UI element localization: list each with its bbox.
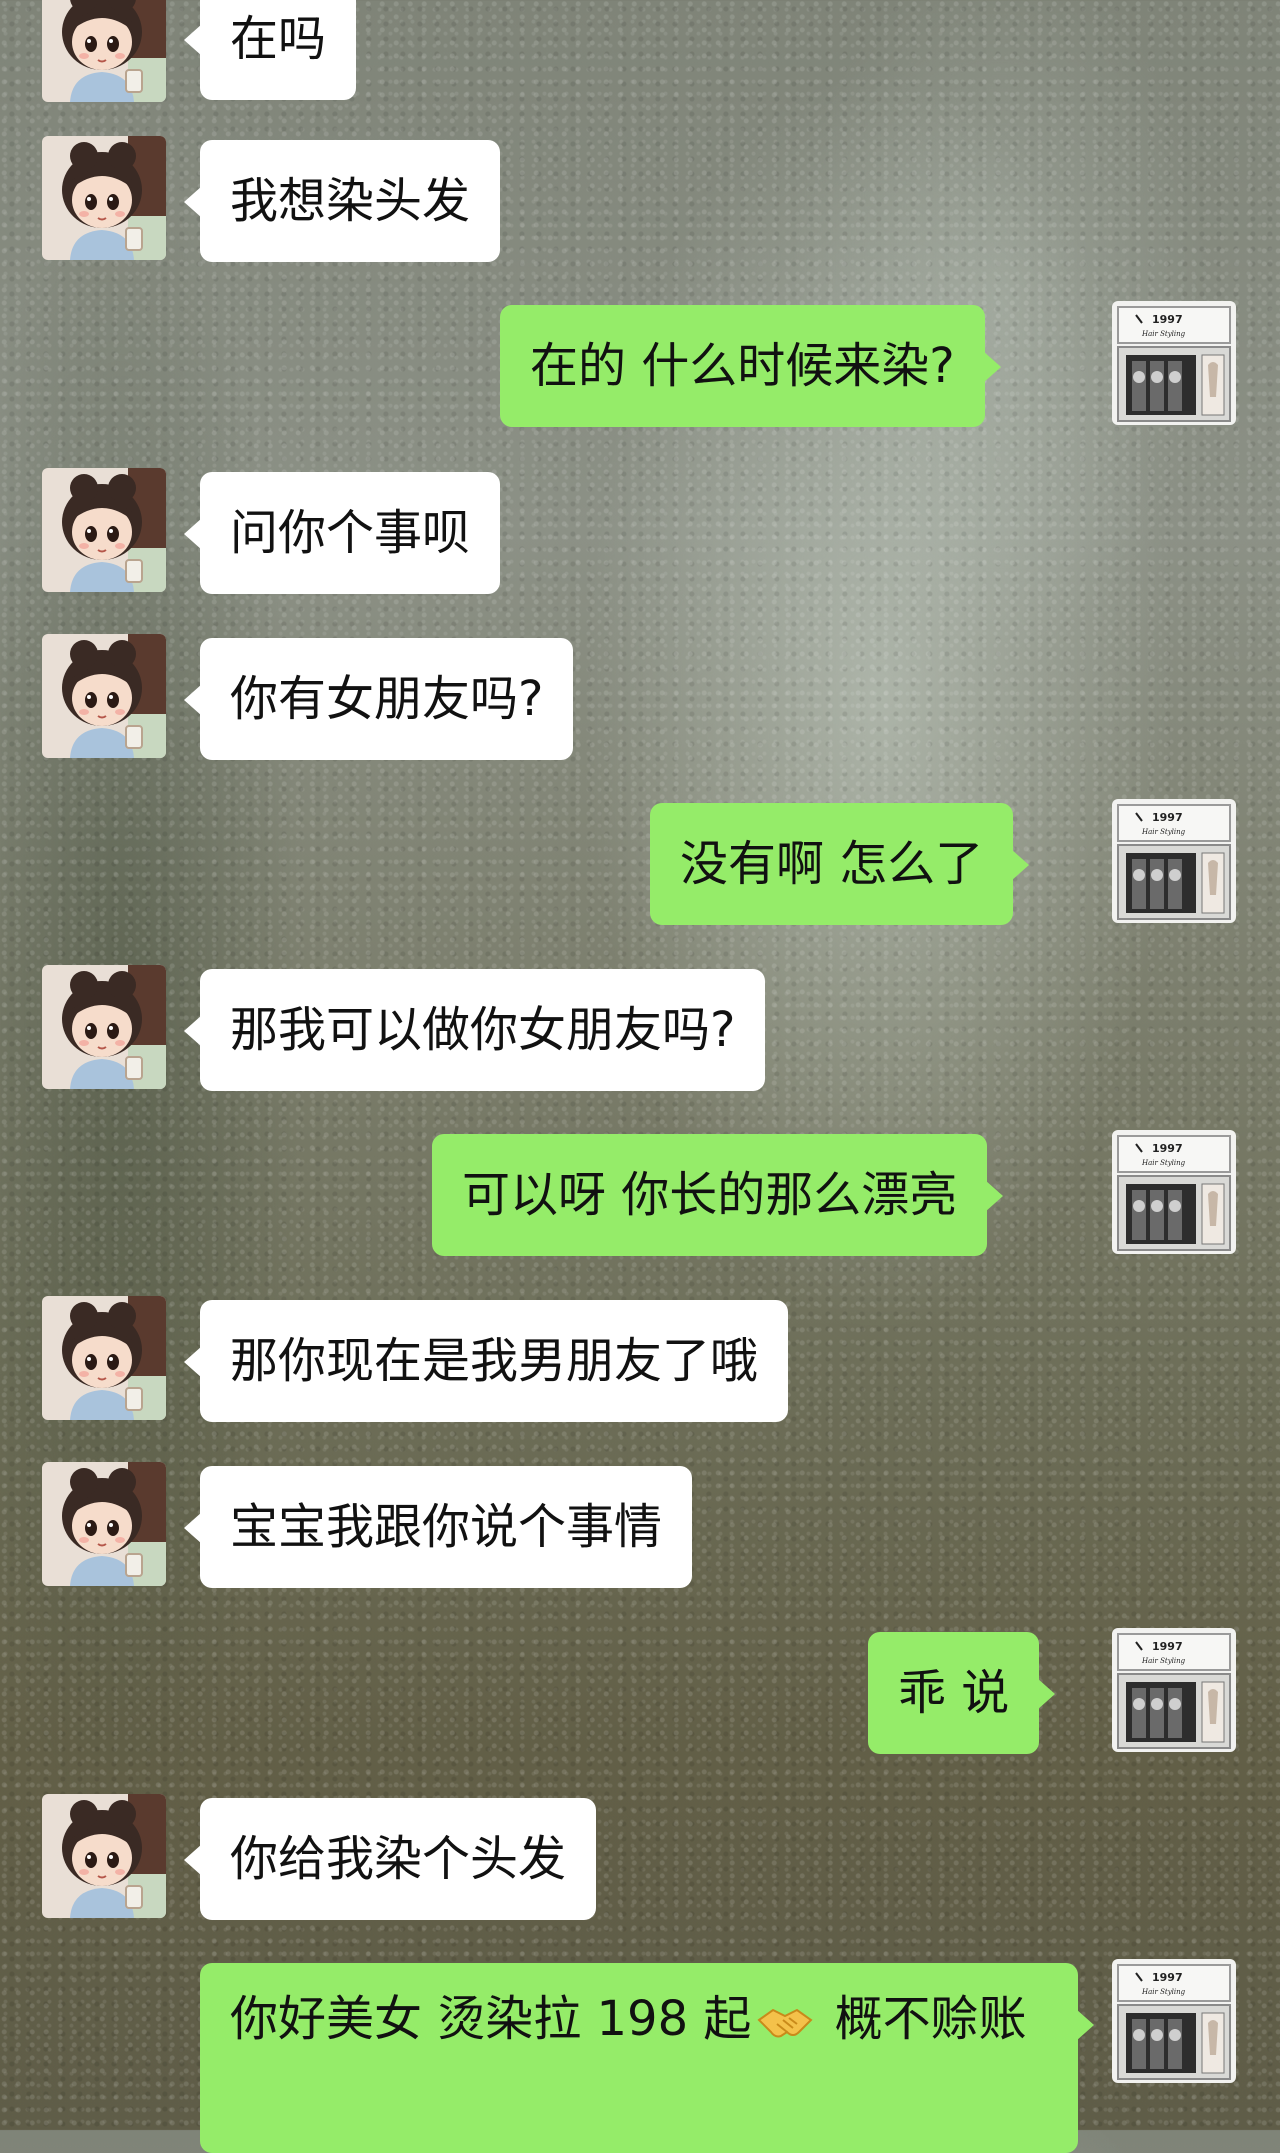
- contact-avatar[interactable]: [42, 1462, 166, 1586]
- incoming-message-bubble[interactable]: 你给我染个头发: [183, 1798, 597, 1920]
- hair-salon-storefront-avatar-icon: 1997 Hair Styling: [1112, 1628, 1236, 1752]
- message-text: 那你现在是我男朋友了哦: [230, 1333, 759, 1389]
- message-text: 乖 说: [898, 1665, 1010, 1721]
- own-avatar[interactable]: 1997 Hair Styling: [1112, 1628, 1236, 1752]
- own-avatar[interactable]: 1997 Hair Styling: [1112, 301, 1236, 425]
- message-text: 那我可以做你女朋友吗?: [230, 1002, 736, 1058]
- own-avatar[interactable]: 1997 Hair Styling: [1112, 1959, 1236, 2083]
- handshake-icon: [757, 2008, 813, 2038]
- outgoing-message-bubble[interactable]: 可以呀 你长的那么漂亮: [432, 1134, 1004, 1256]
- message-text: 在吗: [230, 11, 327, 67]
- message-text: 宝宝我跟你说个事情: [230, 1499, 663, 1555]
- message-text: 在的 什么时候来染?: [530, 338, 955, 394]
- incoming-message-bubble[interactable]: 问你个事呗: [183, 472, 501, 594]
- message-text: 我想染头发: [230, 173, 471, 229]
- contact-avatar[interactable]: [42, 1296, 166, 1420]
- message-text: 你给我染个头发: [230, 1831, 567, 1887]
- contact-avatar[interactable]: [42, 965, 166, 1089]
- message-text: 没有啊 怎么了: [680, 836, 984, 892]
- salon-sign-number: 1997: [1152, 811, 1183, 824]
- salon-sign-text: Hair Styling: [1141, 1657, 1186, 1665]
- salon-sign-text: Hair Styling: [1141, 1988, 1186, 1996]
- incoming-message-bubble[interactable]: 在吗: [183, 0, 357, 100]
- anime-girl-avatar-icon: [42, 0, 166, 102]
- contact-avatar[interactable]: [42, 1794, 166, 1918]
- anime-girl-avatar-icon: [42, 965, 166, 1089]
- message-text: 可以呀 你长的那么漂亮: [462, 1167, 958, 1223]
- anime-girl-avatar-icon: [42, 1794, 166, 1918]
- hair-salon-storefront-avatar-icon: 1997 Hair Styling: [1112, 1130, 1236, 1254]
- own-avatar[interactable]: 1997 Hair Styling: [1112, 799, 1236, 923]
- anime-girl-avatar-icon: [42, 468, 166, 592]
- salon-sign-text: Hair Styling: [1141, 1159, 1186, 1167]
- anime-girl-avatar-icon: [42, 1462, 166, 1586]
- contact-avatar[interactable]: [42, 468, 166, 592]
- incoming-message-bubble[interactable]: 宝宝我跟你说个事情: [183, 1466, 693, 1588]
- contact-avatar[interactable]: [42, 136, 166, 260]
- chat-thread[interactable]: 在吗 我想染头发 1997 Hair Styling 在的 什么时候来染? 问你…: [0, 0, 1280, 2153]
- anime-girl-avatar-icon: [42, 1296, 166, 1420]
- anime-girl-avatar-icon: [42, 634, 166, 758]
- salon-sign-number: 1997: [1152, 313, 1183, 326]
- message-text: 你有女朋友吗?: [230, 671, 544, 727]
- hair-salon-storefront-avatar-icon: 1997 Hair Styling: [1112, 301, 1236, 425]
- own-avatar[interactable]: 1997 Hair Styling: [1112, 1130, 1236, 1254]
- message-text: 你好美女 烫染拉 198 起: [230, 1991, 752, 2047]
- incoming-message-bubble[interactable]: 你有女朋友吗?: [183, 638, 574, 760]
- salon-sign-number: 1997: [1152, 1142, 1183, 1155]
- outgoing-message-bubble[interactable]: 没有啊 怎么了: [650, 803, 1030, 925]
- salon-sign-number: 1997: [1152, 1640, 1183, 1653]
- hair-salon-storefront-avatar-icon: 1997 Hair Styling: [1112, 799, 1236, 923]
- message-text: 问你个事呗: [230, 505, 471, 561]
- message-text-continued: 概不赊账: [819, 1991, 1027, 2047]
- outgoing-message-bubble[interactable]: 乖 说: [868, 1632, 1056, 1754]
- incoming-message-bubble[interactable]: 那你现在是我男朋友了哦: [183, 1300, 789, 1422]
- contact-avatar[interactable]: [42, 634, 166, 758]
- incoming-message-bubble[interactable]: 我想染头发: [183, 140, 501, 262]
- outgoing-message-bubble[interactable]: 你好美女 烫染拉 198 起 概不赊账: [200, 1963, 1094, 2153]
- salon-sign-text: Hair Styling: [1141, 828, 1186, 836]
- salon-sign-number: 1997: [1152, 1971, 1183, 1984]
- hair-salon-storefront-avatar-icon: 1997 Hair Styling: [1112, 1959, 1236, 2083]
- salon-sign-text: Hair Styling: [1141, 330, 1186, 338]
- incoming-message-bubble[interactable]: 那我可以做你女朋友吗?: [183, 969, 766, 1091]
- outgoing-message-bubble[interactable]: 在的 什么时候来染?: [500, 305, 1001, 427]
- contact-avatar[interactable]: [42, 0, 166, 102]
- anime-girl-avatar-icon: [42, 136, 166, 260]
